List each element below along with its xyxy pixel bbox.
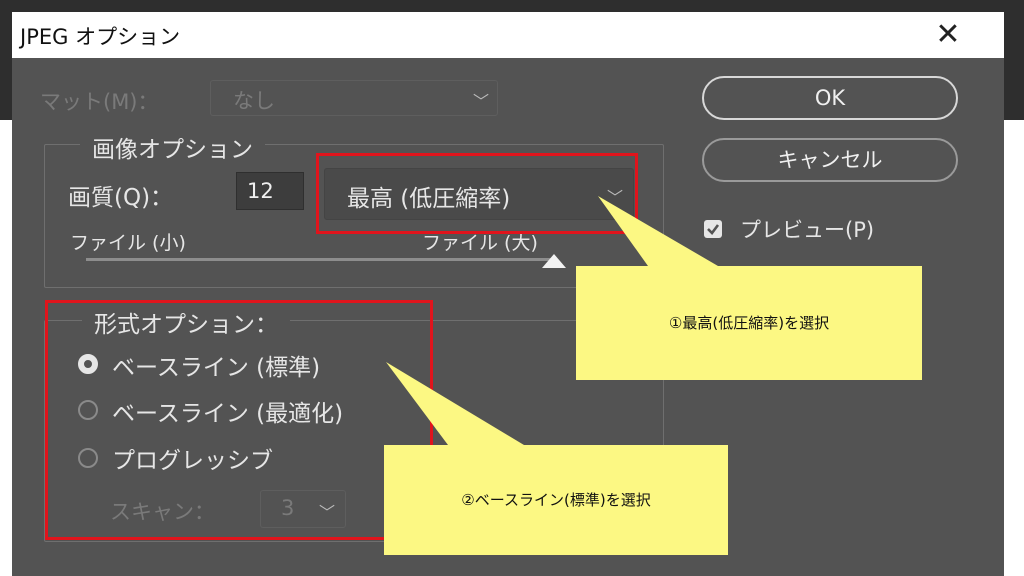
quality-slider-thumb[interactable] bbox=[542, 254, 566, 268]
image-options-legend: 画像オプション bbox=[80, 130, 265, 164]
cancel-button-label: キャンセル bbox=[777, 148, 883, 172]
callout-one-text: ①最高(低圧縮率)を選択 bbox=[668, 314, 830, 332]
slider-min-label: ファイル (小) bbox=[70, 232, 186, 254]
callout-one: ①最高(低圧縮率)を選択 bbox=[576, 266, 922, 380]
callout-two: ②ベースライン(標準)を選択 bbox=[384, 445, 728, 555]
ok-button[interactable]: OK bbox=[702, 76, 958, 120]
quality-input[interactable]: 12 bbox=[236, 172, 304, 210]
quality-label: 画質(Q)： bbox=[68, 185, 174, 211]
checkmark-icon bbox=[707, 224, 720, 235]
background-right-edge bbox=[1004, 120, 1024, 576]
close-icon[interactable]: ✕ bbox=[930, 18, 966, 54]
matte-select-value: なし bbox=[233, 89, 275, 113]
dialog-title: JPEG オプション bbox=[20, 25, 181, 49]
callout-two-text: ②ベースライン(標準)を選択 bbox=[461, 491, 651, 509]
preview-label[interactable]: プレビュー(P) bbox=[740, 214, 874, 244]
highlight-format-options bbox=[45, 300, 433, 540]
matte-label: マット(M)： bbox=[40, 90, 159, 114]
quality-input-value: 12 bbox=[247, 179, 274, 203]
title-bar: JPEG オプション ✕ bbox=[12, 12, 1004, 58]
cancel-button[interactable]: キャンセル bbox=[702, 138, 958, 182]
quality-slider-track[interactable] bbox=[86, 258, 554, 261]
highlight-quality-select bbox=[316, 153, 638, 234]
preview-checkbox[interactable] bbox=[704, 220, 722, 238]
chevron-down-icon: ﹀ bbox=[473, 92, 490, 111]
ok-button-label: OK bbox=[814, 86, 846, 110]
matte-select[interactable]: なし ﹀ bbox=[210, 80, 498, 116]
